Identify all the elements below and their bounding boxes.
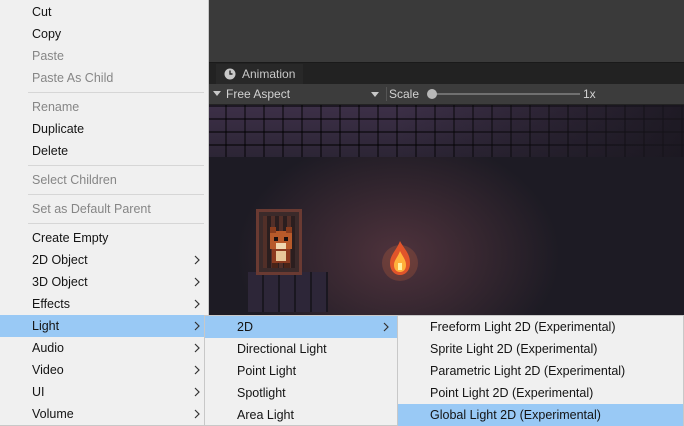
scale-slider-handle[interactable] bbox=[427, 89, 437, 99]
menu-item-set-default-parent[interactable]: Set as Default Parent bbox=[0, 198, 208, 220]
menu-item-area-light[interactable]: Area Light bbox=[205, 404, 397, 426]
context-menu-light: 2D Directional Light Point Light Spotlig… bbox=[204, 315, 398, 426]
chevron-right-icon bbox=[194, 277, 200, 287]
aspect-label: Free Aspect bbox=[226, 87, 291, 101]
menu-item-paste[interactable]: Paste bbox=[0, 45, 208, 67]
menu-item-freeform-light-2d[interactable]: Freeform Light 2D (Experimental) bbox=[398, 316, 683, 338]
menu-item-2d-object[interactable]: 2D Object bbox=[0, 249, 208, 271]
dropdown-arrow-icon[interactable] bbox=[212, 88, 222, 98]
player-sprite bbox=[270, 227, 292, 268]
menu-divider bbox=[28, 194, 204, 195]
toolbar-divider bbox=[386, 87, 387, 101]
menu-item-effects[interactable]: Effects bbox=[0, 293, 208, 315]
menu-item-spotlight[interactable]: Spotlight bbox=[205, 382, 397, 404]
chevron-right-icon bbox=[383, 322, 389, 332]
chevron-right-icon bbox=[194, 321, 200, 331]
chevron-right-icon bbox=[194, 409, 200, 419]
menu-item-point-light-2d[interactable]: Point Light 2D (Experimental) bbox=[398, 382, 683, 404]
menu-item-volume[interactable]: Volume bbox=[0, 403, 208, 425]
game-view-toolbar: Free Aspect Scale 1x bbox=[208, 84, 684, 105]
chevron-right-icon bbox=[194, 365, 200, 375]
chevron-right-icon bbox=[194, 255, 200, 265]
brick-wall bbox=[208, 105, 684, 157]
menu-item-delete[interactable]: Delete bbox=[0, 140, 208, 162]
menu-item-directional-light[interactable]: Directional Light bbox=[205, 338, 397, 360]
menu-item-audio[interactable]: Audio bbox=[0, 337, 208, 359]
tab-animation[interactable]: Animation bbox=[216, 64, 304, 84]
menu-item-copy[interactable]: Copy bbox=[0, 23, 208, 45]
menu-item-light[interactable]: Light bbox=[0, 315, 208, 337]
scale-value: 1x bbox=[583, 87, 596, 101]
scale-label: Scale bbox=[389, 87, 420, 101]
menu-item-sprite-light-2d[interactable]: Sprite Light 2D (Experimental) bbox=[398, 338, 683, 360]
menu-item-rename[interactable]: Rename bbox=[0, 96, 208, 118]
menu-divider bbox=[28, 223, 204, 224]
clock-icon bbox=[224, 68, 236, 80]
menu-item-3d-object[interactable]: 3D Object bbox=[0, 271, 208, 293]
menu-item-create-empty[interactable]: Create Empty bbox=[0, 227, 208, 249]
menu-item-ui[interactable]: UI bbox=[0, 381, 208, 403]
chevron-right-icon bbox=[194, 299, 200, 309]
menu-item-parametric-light-2d[interactable]: Parametric Light 2D (Experimental) bbox=[398, 360, 683, 382]
tab-animation-label: Animation bbox=[242, 67, 296, 81]
context-menu-main: Cut Copy Paste Paste As Child Rename Dup… bbox=[0, 0, 209, 426]
torch-flame bbox=[382, 241, 418, 281]
menu-divider bbox=[28, 165, 204, 166]
menu-item-video[interactable]: Video bbox=[0, 359, 208, 381]
aspect-dropdown[interactable]: Free Aspect bbox=[226, 84, 386, 104]
editor-toolbar bbox=[208, 0, 684, 62]
scale-slider[interactable] bbox=[427, 89, 580, 99]
menu-item-cut[interactable]: Cut bbox=[0, 1, 208, 23]
menu-item-2d[interactable]: 2D bbox=[205, 316, 397, 338]
chevron-right-icon bbox=[194, 387, 200, 397]
menu-item-paste-as-child[interactable]: Paste As Child bbox=[0, 67, 208, 89]
context-menu-2d: Freeform Light 2D (Experimental) Sprite … bbox=[397, 315, 684, 426]
menu-divider bbox=[28, 92, 204, 93]
menu-item-select-children[interactable]: Select Children bbox=[0, 169, 208, 191]
menu-item-global-light-2d[interactable]: Global Light 2D (Experimental) bbox=[398, 404, 683, 426]
chevron-right-icon bbox=[194, 343, 200, 353]
menu-item-duplicate[interactable]: Duplicate bbox=[0, 118, 208, 140]
stone-ledge bbox=[248, 272, 328, 312]
chevron-down-icon bbox=[371, 92, 379, 97]
menu-item-point-light[interactable]: Point Light bbox=[205, 360, 397, 382]
